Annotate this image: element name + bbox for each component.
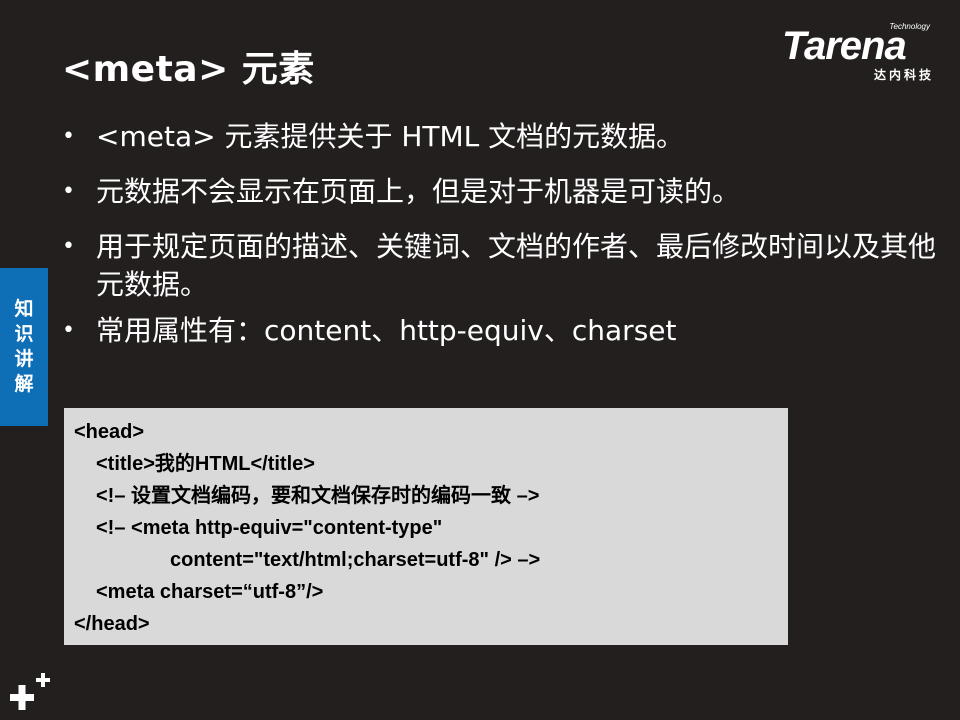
side-tab-char: 解 xyxy=(14,373,34,395)
code-example-box: <head> <title>我的HTML</title> <!– 设置文档编码，… xyxy=(64,408,788,645)
side-tab-char: 识 xyxy=(14,323,34,345)
code-line: <!– 设置文档编码，要和文档保存时的编码一致 –> xyxy=(96,485,540,507)
code-line: <meta charset=“utf-8”/> xyxy=(96,581,324,603)
side-tab-char: 知 xyxy=(14,298,34,320)
code-line: <!– <meta http-equiv="content-type" xyxy=(96,517,443,539)
bullet-item: • 元数据不会显示在页面上，但是对于机器是可读的。 xyxy=(62,173,942,211)
bullet-dot-icon: • xyxy=(62,179,75,204)
bullet-dot-icon: • xyxy=(62,124,75,149)
bullet-dot-icon: • xyxy=(62,234,75,259)
code-line: <title>我的HTML</title> xyxy=(96,453,315,475)
slide: <meta> 元素 Technology Tarena 达内科技 • <meta… xyxy=(0,0,960,720)
bullet-item: • <meta> 元素提供关于 HTML 文档的元数据。 xyxy=(62,118,942,156)
code-line: <head> xyxy=(74,421,145,443)
logo-subtitle: 达内科技 xyxy=(873,68,934,82)
tarena-logo: Technology Tarena 达内科技 xyxy=(782,22,948,86)
side-tab-char: 讲 xyxy=(14,348,34,370)
bullet-list: • <meta> 元素提供关于 HTML 文档的元数据。 • 元数据不会显示在页… xyxy=(62,118,942,367)
bullet-text: <meta> 元素提供关于 HTML 文档的元数据。 xyxy=(96,120,685,153)
bullet-item: • 常用属性有：content、http-equiv、charset xyxy=(62,312,942,350)
bullet-text: 用于规定页面的描述、关键词、文档的作者、最后修改时间以及其他元数据。 xyxy=(96,230,937,301)
logo-brand: Tarena xyxy=(782,24,907,68)
bullet-text: 常用属性有：content、http-equiv、charset xyxy=(96,314,677,347)
code-line: </head> xyxy=(74,613,150,635)
slide-title: <meta> 元素 xyxy=(62,49,315,90)
plus-plus-icon xyxy=(10,673,50,710)
bullet-item: • 用于规定页面的描述、关键词、文档的作者、最后修改时间以及其他元数据。 xyxy=(62,228,942,304)
code-line: content="text/html;charset=utf-8" /> –> xyxy=(170,549,541,571)
bullet-text: 元数据不会显示在页面上，但是对于机器是可读的。 xyxy=(96,175,741,208)
bullet-dot-icon: • xyxy=(62,318,75,343)
side-tab-knowledge: 知 识 讲 解 xyxy=(0,268,48,426)
